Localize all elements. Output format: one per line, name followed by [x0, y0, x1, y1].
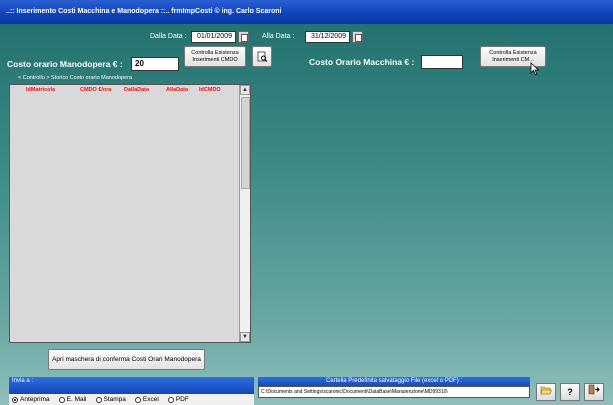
- folder-open-icon: [540, 386, 552, 395]
- column-header[interactable]: IdMatricola: [26, 87, 55, 93]
- open-folder-button[interactable]: [536, 383, 556, 401]
- scroll-thumb[interactable]: [241, 97, 250, 189]
- exit-button[interactable]: [584, 383, 604, 401]
- open-confirm-button[interactable]: Apri maschera di conferma Costi Orari Ma…: [48, 349, 205, 370]
- to-date-input[interactable]: 31/12/2009: [305, 31, 350, 43]
- send-label: Invia a :: [12, 378, 34, 384]
- column-header[interactable]: DallaData: [124, 87, 149, 93]
- window-title: ..:: Inserimento Costi Macchina e Manodo…: [6, 8, 282, 15]
- radio-dot[interactable]: [95, 396, 102, 403]
- radio-excel[interactable]: Excel: [132, 396, 159, 403]
- check-labor-button[interactable]: Controlla Esistenza Inserimenti CMDO: [184, 46, 246, 67]
- send-options: Anteprima E. Mail Stampa Excel PDF: [9, 394, 254, 405]
- radio-label: PDF: [175, 396, 189, 403]
- machine-cost-label: Costo Orario Macchina € :: [309, 57, 415, 67]
- mouse-pointer-icon: [530, 62, 540, 76]
- radio-label: Anteprima: [20, 396, 50, 403]
- title-bar: ..:: Inserimento Costi Macchina e Manodo…: [0, 0, 613, 24]
- vertical-scrollbar[interactable]: ▲ ▼: [239, 85, 250, 342]
- to-date-label: Alla Data :: [262, 33, 295, 40]
- grid-header: IdMatricola CMDO €/ora DallaData AllaDat…: [10, 85, 239, 97]
- from-date-input[interactable]: 01/01/2009: [191, 31, 236, 43]
- machine-cost-input[interactable]: [421, 55, 463, 69]
- radio-dot[interactable]: [167, 396, 174, 403]
- preview-button[interactable]: [252, 46, 272, 67]
- labor-cost-input[interactable]: 20: [131, 57, 179, 71]
- radio-dot[interactable]: [58, 396, 65, 403]
- main-window: ..:: Inserimento Costi Macchina e Manodo…: [0, 0, 613, 405]
- radio-dot[interactable]: [134, 396, 141, 403]
- help-button[interactable]: ?: [560, 383, 580, 401]
- column-header[interactable]: AllaData: [166, 87, 188, 93]
- radio-dot[interactable]: [12, 396, 18, 403]
- radio-anteprima[interactable]: Anteprima: [9, 396, 50, 403]
- radio-label: Stampa: [103, 396, 126, 403]
- folder-label: Cartella Predefinita salvataggio File (e…: [325, 378, 463, 384]
- column-header[interactable]: CMDO €/ora: [80, 87, 111, 93]
- document-magnifier-icon: [257, 51, 267, 62]
- folder-path-input[interactable]: C:\Documents and Settings\scaronic\Docum…: [258, 386, 530, 398]
- column-header[interactable]: IdCMDO: [199, 87, 221, 93]
- history-grid[interactable]: IdMatricola CMDO €/ora DallaData AllaDat…: [9, 84, 251, 343]
- calendar-icon[interactable]: [352, 31, 363, 43]
- radio-pdf[interactable]: PDF: [165, 396, 189, 403]
- labor-cost-label: Costo orario Manodopera € :: [7, 59, 123, 69]
- radio-email[interactable]: E. Mail: [56, 396, 87, 403]
- question-icon: ?: [567, 387, 573, 397]
- exit-door-icon: [588, 384, 600, 395]
- history-caption: < Controllo > Storico Costo orario Manod…: [18, 75, 133, 81]
- radio-stampa[interactable]: Stampa: [93, 396, 126, 403]
- radio-label: E. Mail: [66, 396, 87, 403]
- send-panel: Invia a :: [9, 377, 254, 394]
- calendar-icon[interactable]: [238, 31, 249, 43]
- from-date-label: Dalla Data :: [150, 33, 187, 40]
- radio-label: Excel: [142, 396, 159, 403]
- scroll-up-arrow[interactable]: ▲: [240, 85, 250, 95]
- scroll-down-arrow[interactable]: ▼: [240, 332, 250, 342]
